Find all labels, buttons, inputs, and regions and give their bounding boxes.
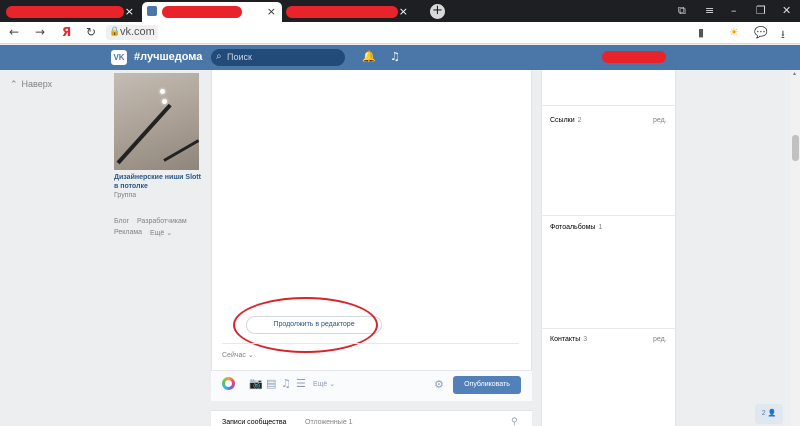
forward-icon[interactable]: →: [35, 25, 45, 39]
more-attachments-dropdown[interactable]: Ещё ⌄: [313, 380, 335, 388]
online-friends-button[interactable]: 2 👤: [755, 404, 783, 424]
scrollbar-thumb[interactable]: [792, 135, 799, 161]
camera-icon[interactable]: 📷: [249, 377, 263, 390]
redacted-tab-title: [286, 6, 398, 18]
section-contacts-title: Контакты: [550, 336, 581, 343]
music-icon[interactable]: ♫: [390, 50, 400, 63]
url-field[interactable]: 🔒 vk.com: [106, 25, 158, 40]
close-tab-icon[interactable]: ×: [125, 5, 134, 19]
reload-icon[interactable]: ↻: [86, 25, 96, 39]
divider: [541, 105, 676, 106]
section-links-count: 2: [577, 117, 582, 124]
yandex-logo-icon[interactable]: Я: [62, 25, 71, 39]
scroll-to-top-link[interactable]: ⌃ Наверх: [10, 79, 52, 90]
restore-icon[interactable]: ❐: [756, 4, 766, 17]
window-close-icon[interactable]: ✕: [782, 4, 791, 17]
browser-tab[interactable]: ×: [284, 2, 414, 22]
section-albums-count: 1: [598, 224, 603, 231]
vk-header: VK #лучшедома ⌕ Поиск 🔔 ♫: [0, 45, 800, 70]
post-editor-card: [211, 70, 532, 401]
divider: [541, 215, 676, 216]
lock-icon: 🔒: [109, 26, 121, 36]
continue-in-editor-button[interactable]: Продолжить в редакторе: [246, 316, 382, 334]
edit-contacts-link[interactable]: ред.: [653, 336, 667, 343]
publish-button[interactable]: Опубликовать: [453, 376, 521, 394]
redacted-username[interactable]: [602, 51, 666, 63]
ceiling-rail: [163, 139, 199, 162]
footer-link-more[interactable]: Ещё ⌄: [150, 229, 172, 237]
scroll-up-arrow-icon[interactable]: ▲: [792, 71, 797, 77]
redacted-tab-title: [162, 6, 242, 18]
search-icon: ⌕: [216, 51, 222, 62]
divider: [222, 343, 519, 344]
browser-tab-active[interactable]: ×: [142, 2, 282, 22]
chevron-up-icon: ⌃: [10, 80, 18, 90]
search-icon[interactable]: ⚲: [511, 417, 518, 426]
group-photo[interactable]: [114, 73, 199, 170]
minimize-icon[interactable]: –: [731, 4, 737, 17]
section-albums-title: Фотоальбомы: [550, 224, 596, 231]
edit-links-link[interactable]: ред.: [653, 117, 667, 124]
browser-tab-strip: × × × + ⧉ ≡ – ❐ ✕: [0, 0, 800, 22]
ceiling-light: [160, 89, 165, 94]
article-icon[interactable]: ☰: [296, 377, 306, 390]
chat-icon[interactable]: 💬: [754, 26, 768, 39]
vk-logo[interactable]: VK: [111, 50, 127, 65]
tab-postponed-count: 1: [348, 419, 353, 426]
footer-link-blog[interactable]: Блог: [114, 218, 129, 225]
tab-community-posts[interactable]: Записи сообщества: [222, 419, 286, 426]
footer-link-developers[interactable]: Разработчикам: [137, 218, 187, 225]
section-contacts-count: 3: [583, 336, 588, 343]
footer-link-ads[interactable]: Реклама: [114, 229, 142, 236]
video-icon[interactable]: ▤: [266, 377, 276, 390]
emoji-icon[interactable]: [222, 377, 235, 390]
section-links[interactable]: Ссылки 2: [550, 117, 582, 124]
publish-time-selector[interactable]: Сейчас ⌄: [222, 351, 254, 359]
scroll-to-top-label: Наверх: [21, 79, 53, 89]
gear-icon[interactable]: ⚙: [434, 378, 444, 391]
redacted-tab-title: [6, 6, 124, 18]
search-input[interactable]: ⌕ Поиск: [211, 49, 345, 66]
section-links-title: Ссылки: [550, 117, 575, 124]
tab-postponed[interactable]: Отложенные 1: [305, 419, 353, 426]
bookmark-icon[interactable]: ▮: [698, 26, 704, 39]
back-icon[interactable]: ←: [9, 25, 19, 39]
community-tag[interactable]: #лучшедома: [134, 51, 202, 63]
weather-icon[interactable]: ☀: [729, 26, 739, 39]
group-type: Группа: [114, 192, 137, 199]
menu-icon[interactable]: ≡: [705, 4, 714, 17]
section-contacts[interactable]: Контакты 3: [550, 336, 587, 343]
divider: [541, 328, 676, 329]
new-tab-button[interactable]: +: [430, 4, 445, 19]
search-placeholder: Поиск: [227, 52, 252, 62]
browser-tab[interactable]: ×: [0, 2, 140, 22]
notifications-bell-icon[interactable]: 🔔: [362, 50, 376, 63]
download-icon[interactable]: ⭳: [781, 26, 785, 45]
url-text: vk.com: [120, 26, 155, 38]
tabs-list-icon[interactable]: ⧉: [678, 4, 686, 18]
group-name-link[interactable]: Дизайнерские ниши Slott в потолке: [114, 173, 206, 191]
close-tab-icon[interactable]: ×: [267, 5, 276, 19]
ceiling-light: [162, 99, 167, 104]
vk-favicon-icon: [147, 6, 157, 16]
tab-postponed-label: Отложенные: [305, 419, 347, 426]
close-tab-icon[interactable]: ×: [399, 5, 408, 19]
address-bar: ← → Я ↻ 🔒 vk.com ▮ ☀ 💬 ⭳: [0, 22, 800, 44]
section-albums[interactable]: Фотоальбомы 1: [550, 224, 602, 231]
page-scrollbar[interactable]: [791, 70, 800, 426]
ceiling-rail: [116, 103, 172, 165]
audio-icon[interactable]: ♫: [281, 377, 291, 390]
